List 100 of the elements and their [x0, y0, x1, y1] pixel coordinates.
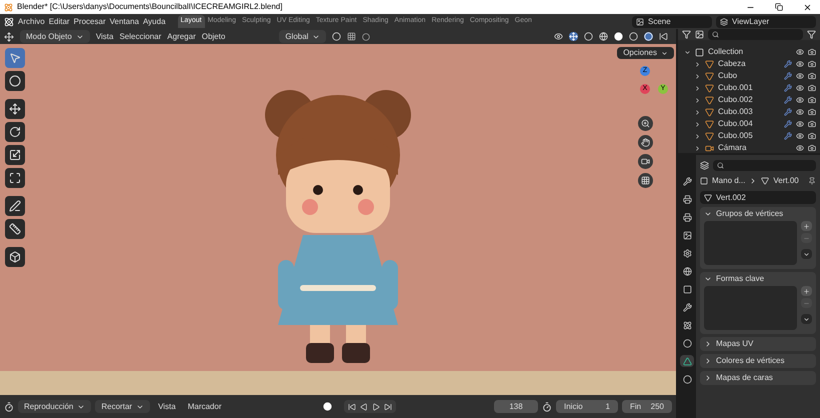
- outliner-search-field[interactable]: [708, 29, 803, 40]
- camera-view-icon[interactable]: [638, 154, 652, 169]
- camera-icon[interactable]: [808, 60, 816, 68]
- add-button[interactable]: [801, 221, 812, 231]
- camera-icon[interactable]: [808, 72, 816, 80]
- outliner-item[interactable]: Cubo: [718, 70, 780, 82]
- add-button[interactable]: [801, 286, 812, 296]
- annotate-tool-icon[interactable]: [5, 196, 25, 216]
- eye-icon[interactable]: [796, 60, 804, 68]
- outliner-item[interactable]: Collection: [708, 46, 792, 58]
- viewport-menu[interactable]: Agregar: [167, 30, 196, 42]
- playback-controls[interactable]: [344, 400, 396, 413]
- properties-search-field[interactable]: [713, 160, 816, 170]
- stopwatch-icon[interactable]: [542, 402, 552, 412]
- jump-end-icon[interactable]: [384, 402, 392, 410]
- solid-shading-icon[interactable]: [614, 32, 623, 41]
- pan-hand-icon[interactable]: [638, 135, 652, 150]
- outliner-item[interactable]: Cámara: [718, 142, 792, 154]
- menu-item[interactable]: Procesar: [74, 16, 106, 28]
- timeline-menu[interactable]: Marcador: [184, 400, 226, 412]
- play-reverse-icon[interactable]: [360, 402, 368, 410]
- timeline-menu[interactable]: Vista: [154, 400, 180, 412]
- orientation-dropdown[interactable]: Global: [279, 30, 326, 43]
- section-header[interactable]: Formas clave: [700, 272, 816, 286]
- eye-icon[interactable]: [796, 84, 804, 92]
- scale-tool-icon[interactable]: [5, 145, 25, 165]
- wireframe-shading-icon[interactable]: [599, 32, 608, 41]
- eye-icon[interactable]: [796, 72, 804, 80]
- editor-type-icon[interactable]: [4, 32, 14, 42]
- mesh-data-icon[interactable]: [680, 355, 694, 367]
- zoom-icon[interactable]: [638, 116, 652, 131]
- end-frame-field[interactable]: Fin 250: [622, 400, 672, 413]
- outliner-item[interactable]: Cubo.004: [718, 118, 780, 130]
- camera-icon[interactable]: [808, 120, 816, 128]
- scene-selector[interactable]: Scene: [632, 16, 712, 28]
- viewport-menu[interactable]: Seleccionar: [119, 30, 162, 42]
- menu-item[interactable]: Ventana: [110, 16, 139, 28]
- snap-icon[interactable]: [347, 32, 356, 41]
- blender-logo-icon[interactable]: [4, 16, 14, 26]
- move-tool-icon[interactable]: [5, 99, 25, 119]
- cursor-tool-icon[interactable]: [5, 71, 25, 91]
- viewport-menu[interactable]: Objeto: [202, 30, 226, 42]
- section-header[interactable]: Colores de vértices: [700, 354, 816, 368]
- close-icon[interactable]: [803, 2, 812, 12]
- camera-icon[interactable]: [808, 84, 816, 92]
- outliner-item[interactable]: Cabeza: [718, 58, 780, 70]
- keying-dropdown[interactable]: Recortar: [95, 400, 150, 413]
- grid-icon[interactable]: [638, 173, 652, 188]
- rendered-shading-icon[interactable]: [644, 32, 653, 41]
- options-button[interactable]: Opciones: [617, 47, 674, 59]
- mode-dropdown[interactable]: Modo Objeto: [20, 30, 90, 43]
- eye-icon[interactable]: [796, 144, 804, 152]
- clock-icon[interactable]: [4, 402, 14, 412]
- material-shading-icon[interactable]: [629, 32, 638, 41]
- eye-icon[interactable]: [796, 108, 804, 116]
- camera-icon[interactable]: [808, 132, 816, 140]
- display-mode-icon[interactable]: [682, 30, 691, 39]
- play-icon[interactable]: [372, 402, 380, 410]
- editor-type-icon[interactable]: [700, 160, 709, 170]
- select-tool-icon[interactable]: [5, 48, 25, 68]
- outliner-item[interactable]: Cubo.001: [718, 82, 780, 94]
- add-cube-tool-icon[interactable]: [5, 247, 25, 267]
- menu-dropdown-button[interactable]: [801, 249, 812, 259]
- menu-item[interactable]: Editar: [48, 16, 70, 28]
- menu-item[interactable]: Archivo: [18, 16, 45, 28]
- pin-icon[interactable]: [808, 177, 816, 185]
- eye-icon[interactable]: [796, 96, 804, 104]
- eye-icon[interactable]: [796, 132, 804, 140]
- filter-icon[interactable]: [807, 30, 816, 39]
- jump-start-icon[interactable]: [348, 402, 356, 410]
- outliner-item[interactable]: Cubo.003: [718, 106, 780, 118]
- menu-dropdown-button[interactable]: [801, 314, 812, 324]
- mesh-datablock-field[interactable]: Vert.002: [700, 191, 816, 204]
- outliner-item[interactable]: Cubo.005: [718, 130, 780, 142]
- transform-tool-icon[interactable]: [5, 168, 25, 188]
- current-frame-field[interactable]: 138: [494, 400, 538, 413]
- camera-icon[interactable]: [808, 96, 816, 104]
- camera-icon[interactable]: [808, 144, 816, 152]
- playback-dropdown[interactable]: Reproducción: [18, 400, 92, 413]
- view-icon[interactable]: [695, 30, 704, 39]
- proportional-icon[interactable]: [362, 32, 370, 40]
- measure-tool-icon[interactable]: [5, 219, 25, 239]
- camera-icon[interactable]: [808, 48, 816, 56]
- viewport-menu[interactable]: Vista: [96, 30, 114, 42]
- rotate-tool-icon[interactable]: [5, 122, 25, 142]
- eye-icon[interactable]: [796, 120, 804, 128]
- pivot-icon[interactable]: [332, 32, 342, 41]
- menu-item[interactable]: Ayuda: [142, 16, 166, 28]
- section-header[interactable]: Mapas UV: [700, 337, 816, 351]
- section-header[interactable]: Grupos de vértices: [700, 207, 816, 221]
- visibility-icon[interactable]: [554, 32, 563, 41]
- gizmo-toggle-icon[interactable]: [569, 32, 578, 41]
- camera-icon[interactable]: [808, 108, 816, 116]
- record-icon[interactable]: [323, 402, 332, 411]
- start-frame-field[interactable]: Inicio 1: [556, 400, 618, 413]
- view-layer-selector[interactable]: ViewLayer: [716, 16, 816, 28]
- outliner-item[interactable]: Cubo.002: [718, 94, 780, 106]
- restore-icon[interactable]: [775, 3, 783, 11]
- eye-icon[interactable]: [796, 48, 804, 56]
- overlay-icon[interactable]: [584, 32, 593, 41]
